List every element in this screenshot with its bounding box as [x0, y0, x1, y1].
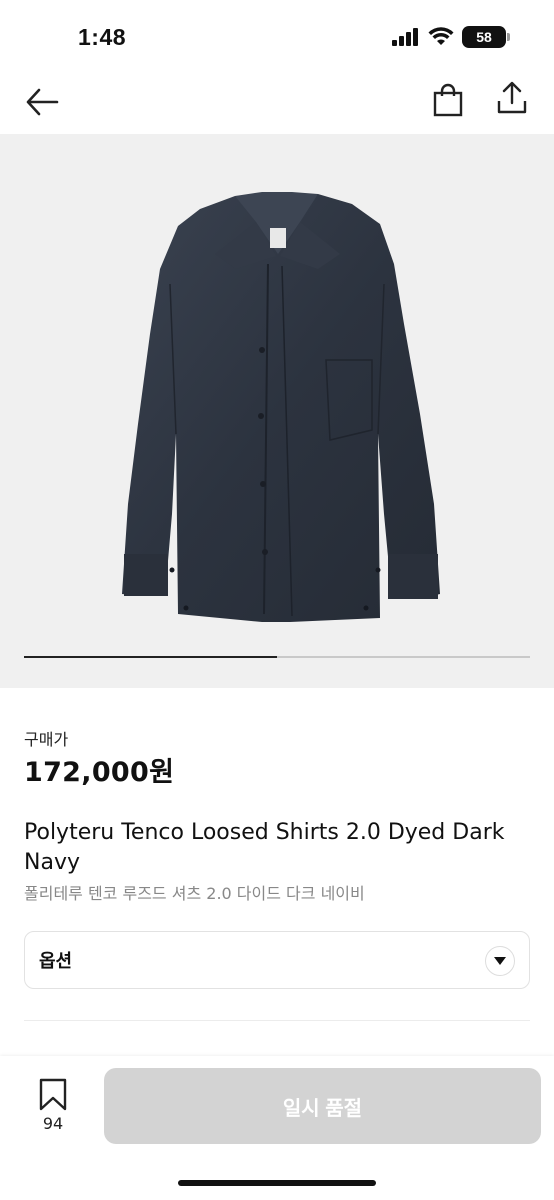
home-indicator: [178, 1180, 376, 1186]
wishlist-count: 94: [42, 1114, 64, 1133]
wishlist-button[interactable]: 94: [30, 1078, 76, 1138]
product-image-gallery[interactable]: [0, 134, 554, 688]
option-dropdown[interactable]: 옵션: [24, 931, 530, 989]
cart-button[interactable]: [428, 80, 468, 120]
option-label: 옵션: [39, 951, 73, 972]
shopping-bag-icon: [433, 83, 463, 117]
status-icons: 58: [392, 26, 510, 48]
buy-button[interactable]: 일시 품절: [104, 1068, 541, 1144]
shirt-image: [122, 192, 440, 622]
product-name-korean: 폴리테루 텐코 루즈드 셔츠 2.0 다이드 다크 네이비: [24, 884, 365, 903]
status-time: 1:48: [78, 24, 127, 50]
price-label: 구매가: [24, 730, 69, 749]
image-progress-bar: [24, 656, 530, 658]
signal-icon: [392, 28, 418, 46]
chevron-down-icon: [485, 946, 515, 976]
nav-bar: [0, 72, 554, 134]
back-button[interactable]: [22, 82, 62, 122]
wifi-icon: [428, 27, 454, 45]
share-icon: [497, 81, 527, 114]
battery-indicator: 58: [462, 26, 510, 48]
section-divider: [24, 1020, 530, 1021]
bottom-action-bar: 94 일시 품절: [0, 1056, 554, 1200]
product-name: Polyteru Tenco Loosed Shirts 2.0 Dyed Da…: [24, 820, 505, 875]
bookmark-icon: [39, 1078, 67, 1111]
status-bar: 1:48 58: [0, 0, 554, 72]
arrow-left-icon: [26, 88, 59, 116]
price-value: 172,000원: [24, 757, 175, 788]
image-progress-fill: [24, 656, 277, 658]
share-button[interactable]: [492, 78, 532, 118]
